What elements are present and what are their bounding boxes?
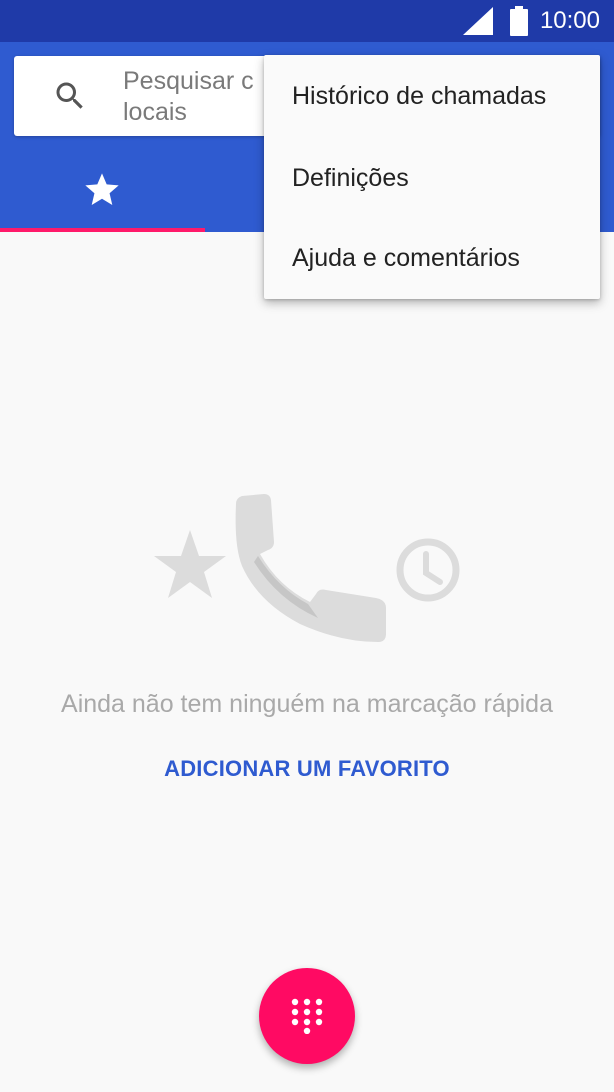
clock-icon	[396, 538, 460, 602]
tab-indicator	[0, 228, 205, 232]
overflow-menu: Histórico de chamadas Definições Ajuda e…	[264, 55, 600, 299]
phone-icon	[235, 494, 386, 642]
star-icon	[154, 530, 226, 598]
empty-state-message: Ainda não tem ninguém na marcação rápida	[61, 690, 553, 718]
search-placeholder-line2: locais	[123, 98, 187, 126]
signal-icon	[463, 7, 493, 35]
tab-favorites-star-icon[interactable]	[82, 170, 122, 210]
search-icon[interactable]	[52, 78, 88, 114]
status-bar: 10:00	[0, 0, 614, 42]
battery-icon	[510, 6, 528, 36]
status-time: 10:00	[539, 7, 600, 34]
empty-state-illustration	[154, 494, 460, 642]
menu-item-help-feedback[interactable]: Ajuda e comentários	[264, 217, 600, 299]
search-placeholder[interactable]: Pesquisar c locais	[123, 66, 263, 128]
menu-item-settings[interactable]: Definições	[264, 137, 600, 219]
menu-item-call-history[interactable]: Histórico de chamadas	[264, 55, 600, 137]
dialpad-icon	[291, 998, 323, 1034]
dialpad-fab-button[interactable]	[259, 968, 355, 1064]
search-placeholder-line1: Pesquisar c	[123, 67, 254, 95]
add-favorite-button[interactable]: ADICIONAR UM FAVORITO	[0, 756, 614, 782]
